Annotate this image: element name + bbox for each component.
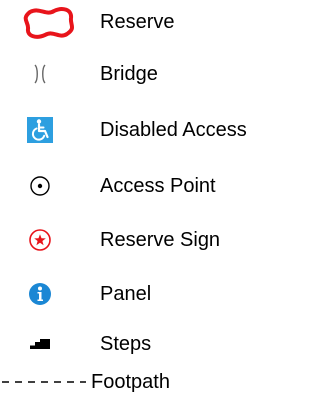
reserve-boundary-icon: [18, 2, 82, 42]
legend-label: Steps: [100, 333, 152, 355]
legend-item-reserve-sign: Reserve Sign: [0, 220, 312, 260]
legend-item-disabled-access: Disabled Access: [0, 110, 312, 150]
legend-label: Footpath: [91, 371, 170, 393]
steps-icon: [29, 324, 51, 364]
info-panel-icon: [27, 274, 53, 314]
legend-item-reserve: Reserve: [0, 2, 312, 42]
legend-label: Panel: [100, 283, 152, 305]
footpath-dashed-line-icon: [0, 362, 88, 402]
legend-label: Reserve Sign: [100, 229, 221, 251]
legend-item-panel: Panel: [0, 274, 312, 314]
legend-label: Reserve: [100, 11, 175, 33]
bridge-icon: [28, 54, 52, 94]
access-point-icon: [28, 166, 52, 206]
wheelchair-icon: [26, 110, 54, 150]
legend-item-bridge: Bridge: [0, 54, 312, 94]
reserve-sign-star-icon: [27, 220, 53, 260]
legend-item-access-point: Access Point: [0, 166, 312, 206]
legend-item-steps: Steps: [0, 324, 312, 364]
legend-label: Bridge: [100, 63, 158, 85]
legend-label: Disabled Access: [100, 119, 247, 141]
map-legend: Reserve Bridge Disabled Access Access Po…: [0, 0, 312, 405]
legend-label: Access Point: [100, 175, 216, 197]
legend-item-footpath: Footpath: [0, 362, 312, 402]
